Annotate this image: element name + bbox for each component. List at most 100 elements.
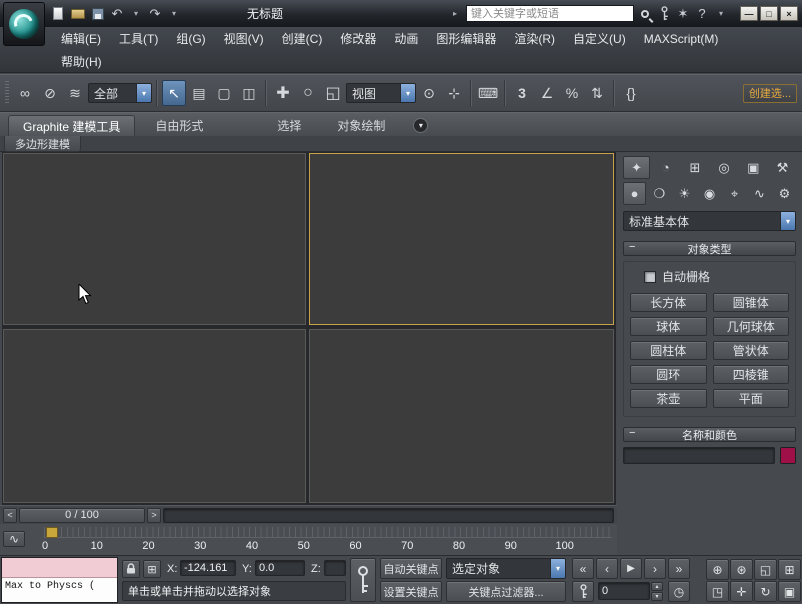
keyboard-override-toggle[interactable]: ⌨	[476, 80, 500, 106]
tab-hierarchy[interactable]: ⊞	[681, 156, 708, 179]
primitive-pyramid-button[interactable]: 四棱锥	[713, 365, 790, 384]
select-object-button[interactable]: ↖	[162, 80, 186, 106]
tab-utilities[interactable]: ⚒	[769, 156, 796, 179]
zoom-region-button[interactable]: ◳	[706, 581, 729, 602]
named-selection-sets-button[interactable]: {}	[619, 80, 643, 106]
search-collapse-arrow[interactable]: ▸	[447, 4, 463, 24]
chevron-down-icon[interactable]: ▾	[400, 84, 415, 102]
save-file-button[interactable]	[90, 4, 106, 24]
undo-flyout-arrow[interactable]: ▾	[128, 4, 144, 24]
menu-customize[interactable]: 自定义(U)	[564, 28, 635, 49]
use-pivot-center-button[interactable]: ⊙	[417, 80, 441, 106]
primitive-sphere-button[interactable]: 球体	[630, 317, 707, 336]
maxscript-mini-listener[interactable]: Max to Physcs (	[1, 557, 118, 603]
tab-object-paint[interactable]: 对象绘制	[323, 115, 399, 136]
chevron-down-icon[interactable]: ▾	[780, 212, 795, 230]
listener-pane[interactable]: Max to Physcs (	[2, 578, 117, 602]
viewport-top-left[interactable]	[3, 153, 306, 325]
zoom-extents-button[interactable]: ◱	[754, 559, 777, 580]
tab-modify[interactable]: ◔	[652, 156, 679, 179]
redo-button[interactable]: ↷	[147, 4, 163, 24]
next-frame-arrow[interactable]: >	[147, 508, 161, 523]
key-filter-dropdown[interactable]: 选定对象 ▾	[446, 558, 566, 579]
primitive-torus-button[interactable]: 圆环	[630, 365, 707, 384]
primitive-cylinder-button[interactable]: 圆柱体	[630, 341, 707, 360]
unlink-selection-button[interactable]: ⊘	[38, 80, 62, 106]
menu-tools[interactable]: 工具(T)	[110, 28, 167, 49]
pan-button[interactable]: ✛	[730, 581, 753, 602]
primitive-box-button[interactable]: 长方体	[630, 293, 707, 312]
set-keys-button[interactable]	[350, 558, 376, 602]
tab-create[interactable]: ✦	[623, 156, 650, 179]
selection-filter-dropdown[interactable]: 全部 ▾	[88, 83, 152, 103]
select-and-move-button[interactable]: ✚	[271, 80, 295, 106]
selection-lock-toggle[interactable]	[122, 560, 140, 578]
menu-maxscript[interactable]: MAXScript(M)	[635, 30, 728, 48]
spinner-up-button[interactable]: ▴	[651, 582, 663, 591]
select-and-scale-button[interactable]: ◱	[321, 80, 345, 106]
go-to-start-button[interactable]: «	[572, 558, 594, 579]
primitive-tube-button[interactable]: 管状体	[713, 341, 790, 360]
menu-modifiers[interactable]: 修改器	[331, 28, 385, 49]
previous-frame-button[interactable]: ‹	[596, 558, 618, 579]
maximize-viewport-toggle[interactable]: ▣	[778, 581, 801, 602]
time-configuration-button[interactable]: ◷	[668, 581, 690, 602]
undo-button[interactable]: ↶	[109, 4, 125, 24]
select-and-manipulate-button[interactable]: ⊹	[442, 80, 466, 106]
favorites-star-button[interactable]: ✶	[675, 4, 691, 24]
primitive-geosphere-button[interactable]: 几何球体	[713, 317, 790, 336]
viewport-top-right-active[interactable]	[309, 153, 614, 325]
window-crossing-toggle[interactable]: ◫	[237, 80, 261, 106]
category-cameras-button[interactable]: ◉	[698, 182, 721, 205]
select-and-rotate-button[interactable]: ○	[296, 80, 320, 106]
redo-flyout-arrow[interactable]: ▾	[166, 4, 182, 24]
help-button[interactable]: ?	[694, 4, 710, 24]
rollout-object-type[interactable]: − 对象类型	[623, 241, 796, 256]
help-flyout-arrow[interactable]: ▾	[713, 4, 729, 24]
orbit-button[interactable]: ↻	[754, 581, 777, 602]
x-coordinate-input[interactable]	[180, 560, 236, 576]
autogrid-checkbox[interactable]	[644, 271, 656, 283]
minimize-button[interactable]: —	[740, 6, 758, 21]
category-geometry-button[interactable]: ●	[623, 182, 646, 205]
primitive-plane-button[interactable]: 平面	[713, 389, 790, 408]
object-color-swatch[interactable]	[780, 447, 796, 464]
menu-create[interactable]: 创建(C)	[273, 28, 332, 49]
category-shapes-button[interactable]: ❍	[648, 182, 671, 205]
set-key-toggle[interactable]: 设置关键点	[380, 581, 442, 602]
viewport-bottom-left[interactable]	[3, 329, 306, 503]
tab-selection[interactable]: 选择	[263, 115, 315, 136]
spinner-snap-toggle[interactable]: ⇅	[585, 80, 609, 106]
category-spacewarps-button[interactable]: ∿	[748, 182, 771, 205]
time-slider-handle[interactable]: 0 / 100	[19, 508, 145, 523]
key-mode-toggle[interactable]	[572, 581, 594, 602]
object-name-input[interactable]	[623, 447, 775, 464]
snap-3d-toggle[interactable]: 3	[510, 80, 534, 106]
new-scene-button[interactable]	[50, 4, 66, 24]
tab-polygon-modeling[interactable]: 多边形建模	[4, 136, 81, 152]
category-helpers-button[interactable]: ⌖	[723, 182, 746, 205]
current-frame-input[interactable]	[598, 582, 650, 600]
previous-frame-arrow[interactable]: <	[3, 508, 17, 523]
go-to-end-button[interactable]: »	[668, 558, 690, 579]
menu-group[interactable]: 组(G)	[167, 28, 214, 49]
viewport-bottom-right[interactable]	[309, 329, 614, 503]
menu-graph-editors[interactable]: 图形编辑器	[427, 28, 505, 49]
maximize-button[interactable]: □	[760, 6, 778, 21]
select-and-link-button[interactable]: ∞	[13, 80, 37, 106]
next-frame-button[interactable]: ›	[644, 558, 666, 579]
zoom-extents-all-button[interactable]: ⊞	[778, 559, 801, 580]
search-input[interactable]	[466, 5, 634, 22]
category-lights-button[interactable]: ☀	[673, 182, 696, 205]
play-button[interactable]: ▶	[620, 558, 642, 579]
menu-edit[interactable]: 编辑(E)	[52, 28, 110, 49]
3dsmax-logo[interactable]	[3, 2, 45, 46]
rectangular-selection-button[interactable]: ▢	[212, 80, 236, 106]
toolbar-grip[interactable]	[5, 81, 9, 105]
bind-to-space-warp-button[interactable]: ≋	[63, 80, 87, 106]
tab-graphite-modeling[interactable]: Graphite 建模工具	[8, 115, 135, 136]
chevron-down-icon[interactable]: ▾	[550, 559, 565, 578]
tab-display[interactable]: ▣	[740, 156, 767, 179]
primitive-category-dropdown[interactable]: 标准基本体 ▾	[623, 211, 796, 231]
zoom-all-button[interactable]: ⊛	[730, 559, 753, 580]
